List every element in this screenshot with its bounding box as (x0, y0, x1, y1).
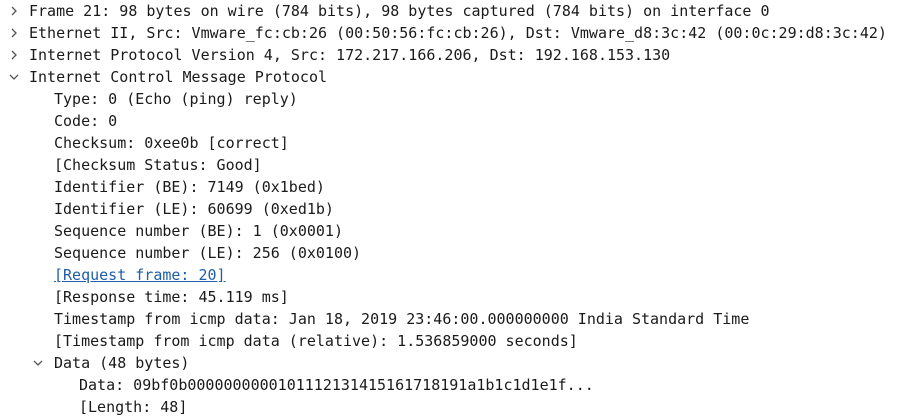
tree-row-icmp[interactable]: Internet Control Message Protocol (0, 66, 899, 88)
identifier-be-field: Identifier (BE): 7149 (0x1bed) (54, 178, 325, 196)
frame-summary: Frame 21: 98 bytes on wire (784 bits), 9… (29, 2, 770, 20)
icmp-checksum-field: Checksum: 0xee0b [correct] (54, 134, 289, 152)
response-time-field: [Response time: 45.119 ms] (54, 288, 289, 306)
data-bytes-field: Data: 09bf0b0000000000101112131415161718… (79, 376, 594, 394)
data-length-field: [Length: 48] (79, 398, 188, 416)
sequence-le-field: Sequence number (LE): 256 (0x0100) (54, 244, 362, 262)
chevron-down-icon[interactable] (31, 352, 45, 374)
chevron-right-icon[interactable] (7, 22, 21, 44)
packet-details-tree: Frame 21: 98 bytes on wire (784 bits), 9… (0, 0, 899, 420)
timestamp-field: Timestamp from icmp data: Jan 18, 2019 2… (54, 310, 750, 328)
data-summary: Data (48 bytes) (54, 354, 190, 372)
icmp-code-field: Code: 0 (54, 112, 118, 130)
tree-row-frame[interactable]: Frame 21: 98 bytes on wire (784 bits), 9… (0, 0, 899, 22)
sequence-be-field: Sequence number (BE): 1 (0x0001) (54, 222, 343, 240)
icmp-type-field: Type: 0 (Echo (ping) reply) (54, 90, 298, 108)
chevron-down-icon[interactable] (7, 66, 21, 88)
request-frame-link[interactable]: [Request frame: 20] (54, 264, 226, 286)
chevron-right-icon[interactable] (7, 0, 21, 22)
timestamp-relative-field: [Timestamp from icmp data (relative): 1.… (54, 332, 578, 350)
chevron-right-icon[interactable] (7, 44, 21, 66)
ethernet-summary: Ethernet II, Src: Vmware_fc:cb:26 (00:50… (29, 24, 887, 42)
tree-row-ethernet[interactable]: Ethernet II, Src: Vmware_fc:cb:26 (00:50… (0, 22, 899, 44)
tree-row-ip[interactable]: Internet Protocol Version 4, Src: 172.21… (0, 44, 899, 66)
icmp-summary: Internet Control Message Protocol (29, 68, 328, 86)
ip-summary: Internet Protocol Version 4, Src: 172.21… (29, 46, 671, 64)
tree-row-data[interactable]: Data (48 bytes) (0, 352, 899, 374)
checksum-status-field: [Checksum Status: Good] (54, 156, 262, 174)
identifier-le-field: Identifier (LE): 60699 (0xed1b) (54, 200, 334, 218)
